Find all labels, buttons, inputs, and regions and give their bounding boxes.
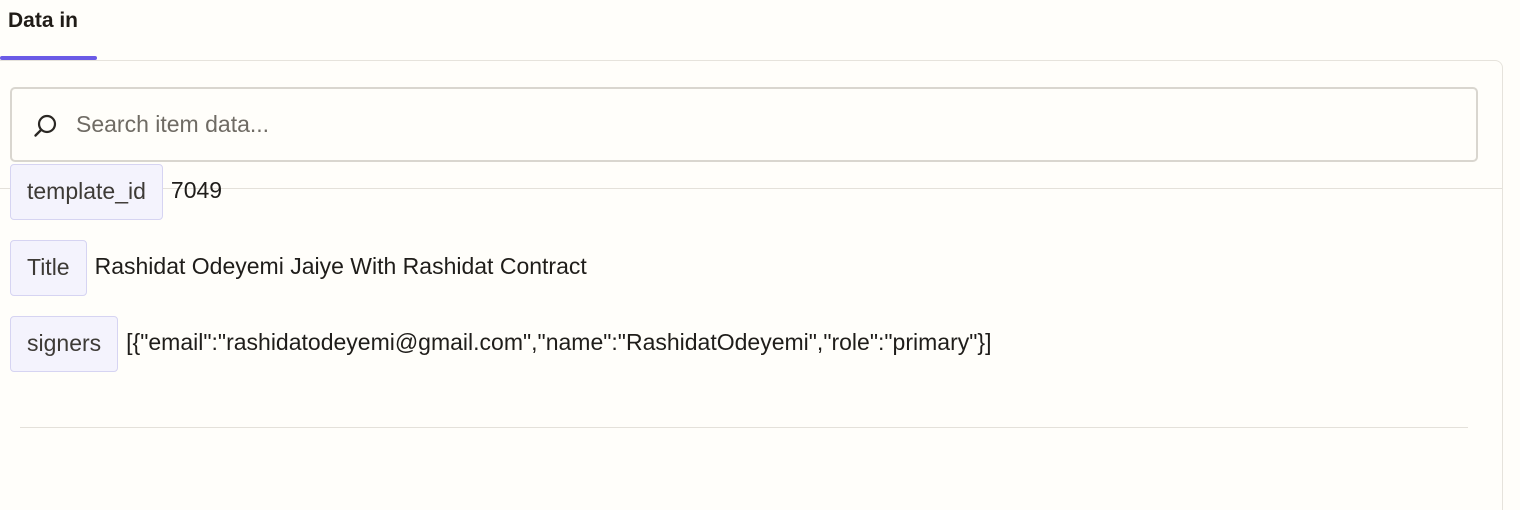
field-row-template-id: template_id 7049	[10, 164, 222, 220]
search-section	[0, 61, 1502, 189]
divider	[20, 427, 1468, 428]
field-key[interactable]: signers	[10, 316, 119, 372]
tab-data-in-label: Data in	[8, 9, 79, 32]
field-key[interactable]: template_id	[10, 164, 163, 220]
search-icon	[34, 114, 57, 137]
search-input[interactable]	[76, 89, 1456, 160]
field-row-signers: signers [{"email":"rashidatodeyemi@gmail.…	[10, 316, 991, 372]
search-box[interactable]	[10, 87, 1478, 162]
data-in-view: Data in template_id 7049 Title Rashidat Od…	[0, 0, 1520, 510]
field-value: 7049	[170, 177, 223, 203]
tab-data-in[interactable]: Data in	[0, 0, 97, 61]
tab-strip: Data in	[0, 0, 1520, 61]
field-value: [{"email":"rashidatodeyemi@gmail.com","n…	[126, 329, 992, 355]
field-value: Rashidat Odeyemi Jaiye With Rashidat Con…	[94, 253, 587, 279]
field-key[interactable]: Title	[10, 240, 87, 296]
field-row-title: Title Rashidat Odeyemi Jaiye With Rashida…	[10, 240, 587, 296]
